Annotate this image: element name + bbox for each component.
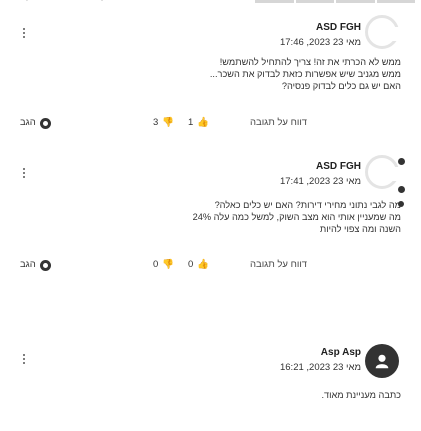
comment-time: 17:46 ,2023 מאי 23 <box>279 37 361 48</box>
report-comment-link[interactable]: דווח על תגובה <box>250 259 307 270</box>
notification-dot <box>398 158 405 165</box>
comment-line: ממש לא הכרתי את זה! צריך להתחיל להשתמש! <box>219 57 401 67</box>
thumbs-down-icon[interactable]: 👎 <box>162 117 174 128</box>
more-options-icon[interactable] <box>20 28 28 40</box>
comment-header: ASD FGH 17:46 ,2023 מאי 23 <box>280 22 361 48</box>
thumbs-down-icon[interactable]: 👎 <box>162 259 174 270</box>
comment-actions: הגב 3 👎 1 👍 דווח על תגובה <box>0 117 421 131</box>
comment-line: מה לגבי נתוני מחירי דירות? האם יש כלים כ… <box>214 200 401 210</box>
comment-text: ממש לא הכרתי את זה! צריך להתחיל להשתמש! … <box>81 56 401 93</box>
comment-author[interactable]: ASD FGH <box>280 161 361 172</box>
comment-text: מה לגבי נתוני מחירי דירות? האם יש כלים כ… <box>81 199 401 236</box>
reply-button[interactable]: הגב <box>20 259 36 270</box>
user-silhouette-icon <box>375 354 389 369</box>
top-partial-toolbar: ♥ ↗ <box>0 0 421 8</box>
avatar[interactable] <box>365 344 399 378</box>
comment-line: כתבה מעניינת מאוד. <box>321 390 401 400</box>
comment-line: ממש מגניב שיש אפשרות כזאת לבדוק את השכר.… <box>209 69 401 80</box>
reply-icon[interactable] <box>40 260 51 271</box>
more-options-icon[interactable] <box>20 168 28 180</box>
dislike-count: 0 <box>153 259 159 270</box>
thumbs-up-icon[interactable]: 👍 <box>197 259 209 270</box>
comment-line: האם יש גם כלים לבדוק פנסיה? <box>281 81 401 92</box>
comment-author[interactable]: ASD FGH <box>280 22 361 33</box>
like-count: 0 <box>188 259 194 270</box>
comment-text: כתבה מעניינת מאוד. <box>81 389 401 401</box>
comment-header: ASD FGH 17:41 ,2023 מאי 23 <box>280 161 361 187</box>
share-icon[interactable]: ↗ <box>100 0 108 4</box>
heart-icon[interactable]: ♥ <box>24 0 30 4</box>
more-options-icon[interactable] <box>20 354 28 366</box>
comment-actions: הגב 0 👎 0 👍 דווח על תגובה <box>0 259 421 273</box>
comment-line: מה שמעניין אותי הוא מצב השוק, למשל כמה ע… <box>192 212 401 223</box>
comment-time: 16:21 ,2023 מאי 23 <box>279 362 361 373</box>
thumbs-up-icon[interactable]: 👍 <box>197 117 209 128</box>
comment-header: Asp Asp 16:21 ,2023 מאי 23 <box>280 347 361 373</box>
report-comment-link[interactable]: דווח על תגובה <box>250 117 307 128</box>
avatar[interactable] <box>365 15 400 49</box>
comment-line: השנה ומה צפוי להיות <box>319 224 401 235</box>
notification-dot <box>398 201 404 207</box>
notification-dot <box>398 186 405 193</box>
like-count: 1 <box>188 117 194 128</box>
progress-strip <box>255 0 415 4</box>
comment-author[interactable]: Asp Asp <box>280 347 361 358</box>
reply-icon[interactable] <box>40 118 51 129</box>
dislike-count: 3 <box>153 117 159 128</box>
avatar[interactable] <box>365 155 400 189</box>
comment-time: 17:41 ,2023 מאי 23 <box>279 176 361 187</box>
reply-button[interactable]: הגב <box>20 117 36 128</box>
